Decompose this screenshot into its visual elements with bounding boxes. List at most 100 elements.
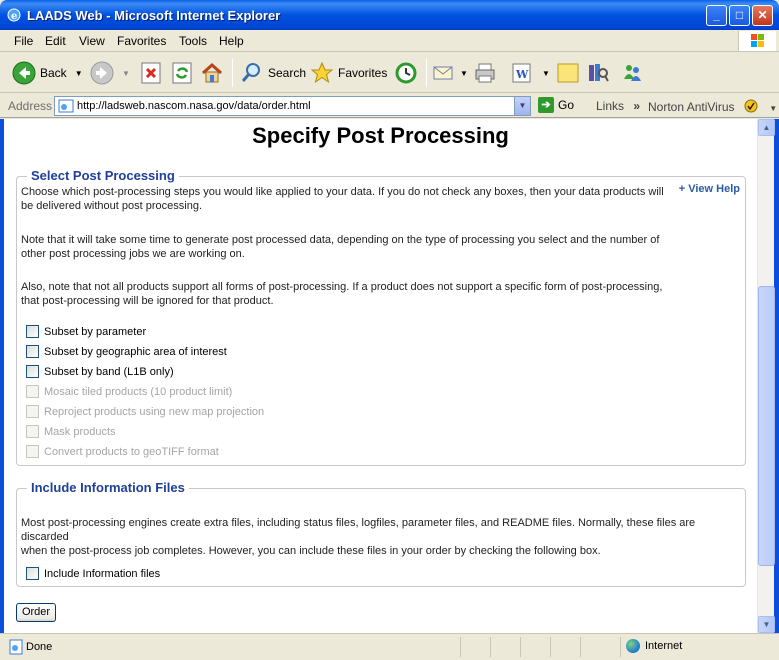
- back-button[interactable]: Back ▼: [12, 59, 83, 87]
- zone-label: Internet: [645, 640, 683, 652]
- option-label: Include Information files: [44, 567, 161, 580]
- back-label: Back: [40, 66, 67, 80]
- internet-globe-icon: [626, 639, 640, 653]
- svg-text:W: W: [515, 68, 529, 81]
- also-line-1: Also, note that not all products support…: [21, 281, 663, 293]
- search-label: Search: [268, 66, 307, 80]
- address-dropdown-icon[interactable]: ▼: [514, 97, 530, 115]
- edit-word-button[interactable]: W ▼: [510, 59, 550, 87]
- mail-dropdown-icon[interactable]: ▼: [460, 69, 468, 78]
- address-label: Address: [8, 99, 53, 113]
- scroll-up-icon[interactable]: ▲: [758, 119, 775, 136]
- page-done-icon: [9, 639, 23, 655]
- links-button[interactable]: Links »: [596, 99, 640, 113]
- favorites-button[interactable]: Favorites: [310, 59, 387, 87]
- status-panel-divider: [490, 637, 491, 657]
- option-subset-band[interactable]: Subset by band (L1B only): [26, 365, 174, 378]
- also-line-2: that post-processing will be ignored for…: [21, 295, 274, 307]
- menu-favorites[interactable]: Favorites: [117, 34, 166, 48]
- option-label: Mosaic tiled products (10 product limit): [44, 385, 233, 398]
- subset-parameter-checkbox[interactable]: [26, 325, 39, 338]
- stop-button[interactable]: [139, 59, 163, 87]
- go-label: Go: [558, 98, 575, 112]
- search-icon: [241, 63, 260, 82]
- window-title: LAADS Web - Microsoft Internet Explorer: [27, 8, 281, 23]
- home-button[interactable]: [200, 59, 224, 87]
- norton-shield-icon: [744, 99, 758, 113]
- include-info-files-checkbox[interactable]: [26, 567, 39, 580]
- messenger-button[interactable]: [620, 59, 644, 87]
- option-reproject: Reproject products using new map project…: [26, 405, 264, 418]
- status-panel-divider: [580, 637, 581, 657]
- refresh-icon: [172, 62, 192, 84]
- status-panel-divider: [460, 637, 461, 657]
- norton-toolbar[interactable]: Norton AntiVirus ▼: [648, 99, 777, 114]
- status-panel-divider: [620, 637, 621, 657]
- mail-icon: [433, 66, 453, 80]
- view-help-link[interactable]: + View Help: [679, 183, 740, 195]
- option-label: Mask products: [44, 425, 116, 438]
- scroll-thumb[interactable]: [758, 286, 775, 566]
- menu-file[interactable]: File: [14, 34, 33, 48]
- option-subset-geographic[interactable]: Subset by geographic area of interest: [26, 345, 227, 358]
- history-icon: [395, 62, 417, 84]
- order-button[interactable]: Order: [16, 603, 56, 622]
- search-button[interactable]: Search: [240, 59, 306, 87]
- address-url: http://ladsweb.nascom.nasa.gov/data/orde…: [77, 100, 311, 112]
- forward-button[interactable]: ▼: [90, 59, 130, 87]
- option-label: Convert products to geoTIFF format: [44, 445, 219, 458]
- maximize-button[interactable]: □: [729, 5, 750, 26]
- research-books-icon: [589, 64, 609, 82]
- note-line-1: Note that it will take some time to gene…: [21, 234, 660, 246]
- go-arrow-icon: ➔: [538, 97, 554, 113]
- mask-checkbox: [26, 425, 39, 438]
- menu-edit[interactable]: Edit: [45, 34, 66, 48]
- ie-icon: e: [7, 8, 21, 22]
- subset-geographic-checkbox[interactable]: [26, 345, 39, 358]
- favorites-label: Favorites: [338, 66, 388, 80]
- page-content: Specify Post Processing Select Post Proc…: [4, 119, 757, 633]
- menu-tools[interactable]: Tools: [179, 34, 207, 48]
- history-button[interactable]: [394, 59, 418, 87]
- norton-dropdown-icon[interactable]: ▼: [769, 104, 777, 113]
- intro-line-1: Choose which post-processing steps you w…: [21, 186, 664, 198]
- option-geotiff: Convert products to geoTIFF format: [26, 445, 219, 458]
- security-zone: Internet: [626, 639, 682, 653]
- note-line-2: other post processing jobs we are workin…: [21, 248, 245, 260]
- option-subset-parameter[interactable]: Subset by parameter: [26, 325, 146, 338]
- forward-arrow-icon: [90, 61, 114, 85]
- note-text: Note that it will take some time to gene…: [21, 233, 659, 261]
- intro-line-2: be delivered without post processing.: [21, 200, 202, 212]
- toolbar-separator: [232, 59, 233, 87]
- links-label: Links: [596, 99, 625, 113]
- discuss-button[interactable]: [556, 59, 580, 87]
- go-button[interactable]: ➔ Go: [538, 97, 574, 113]
- toolbar: Back ▼ ▼ Search Favorites ▼ W ▼: [0, 53, 779, 93]
- research-button[interactable]: [586, 59, 610, 87]
- refresh-button[interactable]: [170, 59, 194, 87]
- forward-dropdown-icon[interactable]: ▼: [122, 69, 130, 78]
- print-button[interactable]: [473, 59, 497, 87]
- option-include-info-files[interactable]: Include Information files: [26, 567, 160, 580]
- address-input[interactable]: http://ladsweb.nascom.nasa.gov/data/orde…: [54, 96, 531, 116]
- status-panel-divider: [550, 637, 551, 657]
- menu-help[interactable]: Help: [219, 34, 244, 48]
- subset-band-checkbox[interactable]: [26, 365, 39, 378]
- toolbar-separator: [426, 59, 427, 87]
- mail-button[interactable]: ▼: [432, 59, 468, 87]
- scroll-down-icon[interactable]: ▼: [758, 616, 775, 633]
- note-icon: [557, 63, 579, 83]
- minimize-button[interactable]: _: [706, 5, 727, 26]
- address-bar: Address http://ladsweb.nascom.nasa.gov/d…: [0, 94, 779, 118]
- close-button[interactable]: ✕: [752, 5, 773, 26]
- option-mask: Mask products: [26, 425, 116, 438]
- vertical-scrollbar[interactable]: ▲ ▼: [757, 119, 775, 633]
- post-processing-legend: Select Post Processing: [27, 168, 179, 183]
- edit-dropdown-icon[interactable]: ▼: [542, 69, 550, 78]
- also-text: Also, note that not all products support…: [21, 280, 662, 308]
- menu-view[interactable]: View: [79, 34, 105, 48]
- back-dropdown-icon[interactable]: ▼: [75, 69, 83, 78]
- word-icon: W: [512, 63, 531, 83]
- status-panel-divider: [520, 637, 521, 657]
- page-icon: [58, 99, 74, 113]
